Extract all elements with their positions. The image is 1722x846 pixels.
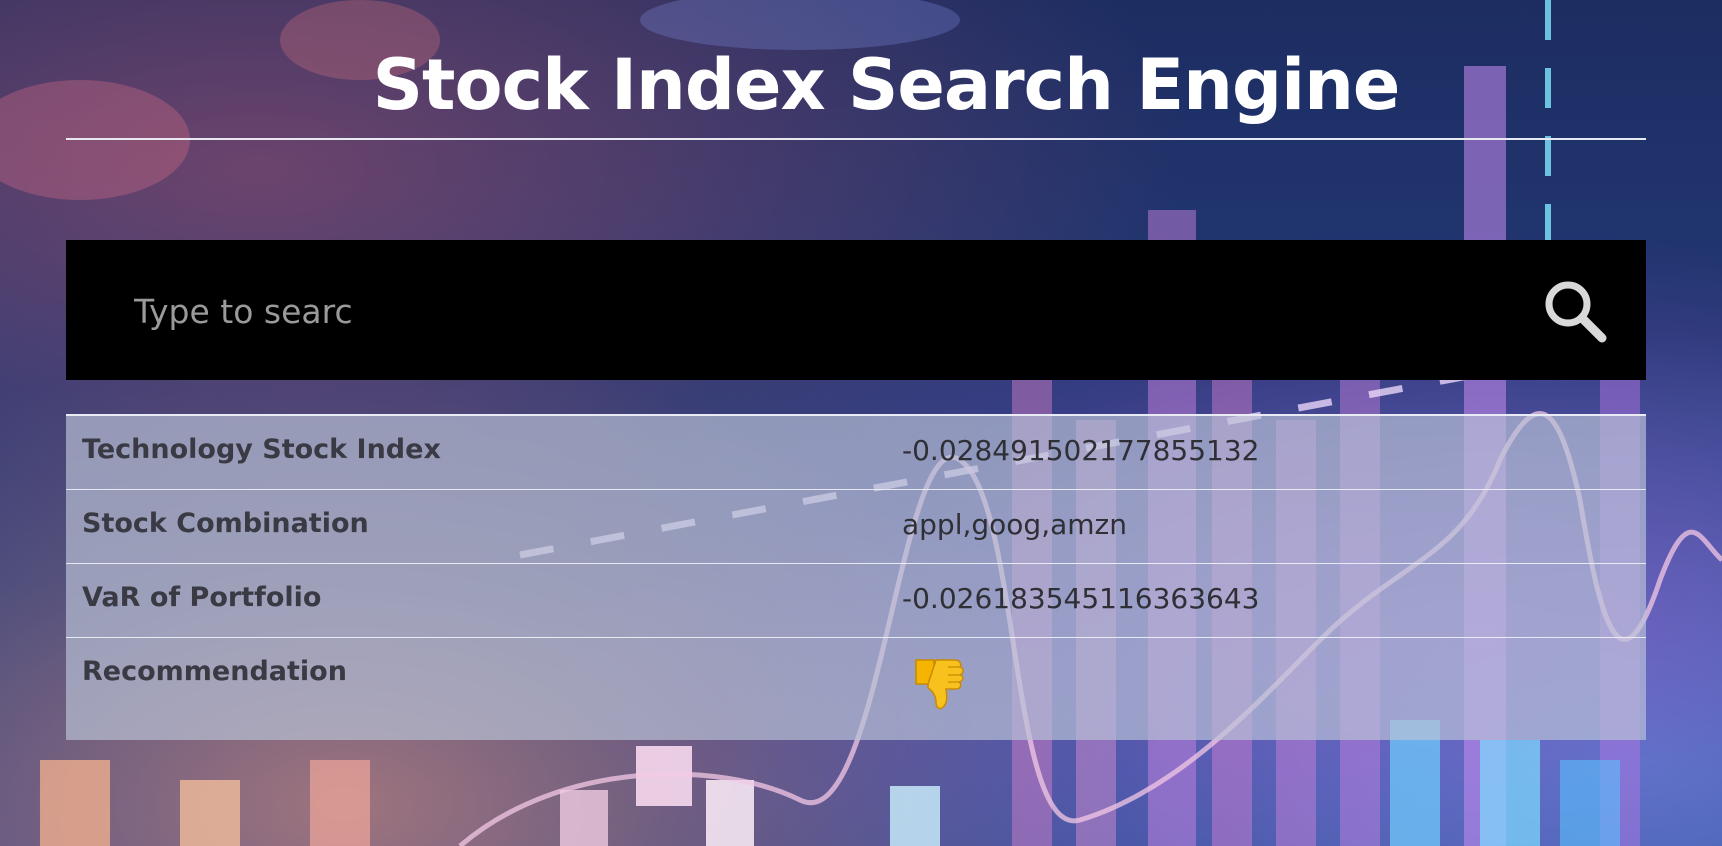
row-value-var-of-portfolio: -0.026183545116363643 bbox=[902, 582, 1260, 615]
row-label-var-of-portfolio: VaR of Portfolio bbox=[82, 582, 322, 613]
thumbs-down-icon bbox=[915, 659, 964, 710]
table-row: Stock Combination appl,goog,amzn bbox=[66, 490, 1646, 564]
row-label-recommendation: Recommendation bbox=[82, 656, 347, 687]
table-row: VaR of Portfolio -0.026183545116363643 bbox=[66, 564, 1646, 638]
row-value-technology-stock-index: -0.028491502177855132 bbox=[902, 434, 1260, 467]
row-value-stock-combination: appl,goog,amzn bbox=[902, 508, 1127, 541]
table-row: Technology Stock Index -0.02849150217785… bbox=[66, 416, 1646, 490]
search-bar bbox=[66, 240, 1646, 380]
table-row: Recommendation bbox=[66, 638, 1646, 738]
title-divider bbox=[66, 138, 1646, 140]
search-icon bbox=[1545, 281, 1607, 343]
row-label-stock-combination: Stock Combination bbox=[82, 508, 369, 539]
page-title: Stock Index Search Engine bbox=[372, 44, 1401, 126]
search-button[interactable] bbox=[1540, 276, 1610, 346]
row-label-technology-stock-index: Technology Stock Index bbox=[82, 434, 441, 465]
results-table: Technology Stock Index -0.02849150217785… bbox=[66, 414, 1646, 740]
search-input[interactable] bbox=[132, 280, 416, 342]
